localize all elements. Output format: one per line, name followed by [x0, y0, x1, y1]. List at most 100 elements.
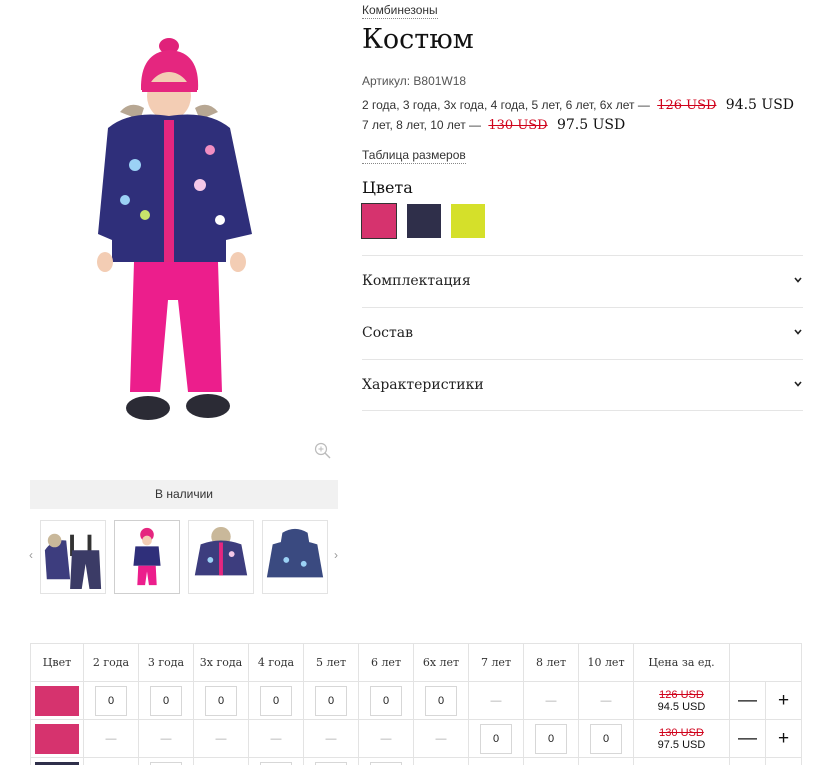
- column-header: 3х года: [193, 643, 249, 682]
- chevron-left-icon[interactable]: ‹: [26, 548, 36, 562]
- quantity-input[interactable]: 0: [425, 685, 457, 716]
- quantity-input[interactable]: 0: [95, 685, 127, 716]
- product-main-image[interactable]: [30, 0, 338, 470]
- quantity-input[interactable]: 0: [260, 685, 292, 716]
- new-price: 97.5 USD: [657, 738, 706, 751]
- size-qty-cell: [193, 757, 249, 765]
- unavailable-dash: —: [545, 694, 557, 707]
- quantity-input[interactable]: 0: [535, 723, 567, 754]
- size-qty-cell: —: [193, 719, 249, 758]
- chevron-down-icon: [794, 277, 802, 283]
- quantity-input[interactable]: 0: [260, 761, 292, 765]
- thumbnail-jacket-front[interactable]: [188, 520, 254, 594]
- increment-cell: [765, 757, 802, 765]
- column-header: Цена за ед.: [633, 643, 730, 682]
- unavailable-dash: —: [270, 732, 282, 745]
- price-line: 2 года, 3 года, 3х года, 4 года, 5 лет, …: [362, 97, 794, 113]
- accordion-item-contents[interactable]: Комплектация: [362, 255, 803, 307]
- old-price: 126 USD: [659, 688, 704, 701]
- size-qty-cell: —: [83, 719, 139, 758]
- column-header: 5 лет: [303, 643, 359, 682]
- size-qty-cell: 0: [138, 757, 194, 765]
- size-qty-cell: 0: [138, 681, 194, 720]
- thumbnail-girl[interactable]: [114, 520, 180, 594]
- size-qty-cell: —: [578, 681, 634, 720]
- breadcrumb-category[interactable]: Комбинезоны: [362, 3, 438, 19]
- unavailable-dash: —: [435, 732, 447, 745]
- thumbnail-set[interactable]: [40, 520, 106, 594]
- table-row: 0 0 0 0: [30, 757, 802, 765]
- colors-heading: Цвета: [362, 178, 413, 197]
- accordion-item-composition[interactable]: Состав: [362, 307, 803, 359]
- size-qty-cell: [468, 757, 524, 765]
- column-header: 6х лет: [413, 643, 469, 682]
- quantity-input[interactable]: 0: [370, 685, 402, 716]
- quantity-input[interactable]: 0: [370, 761, 402, 765]
- column-header: 3 года: [138, 643, 194, 682]
- old-price: 130 USD: [659, 726, 704, 739]
- old-price: 126 USD: [657, 98, 717, 113]
- unit-price-cell: [633, 757, 730, 765]
- decrement-cell: —: [729, 719, 766, 758]
- order-table: Цвет 2 года 3 года 3х года 4 года 5 лет …: [30, 643, 802, 765]
- unavailable-dash: —: [490, 694, 502, 707]
- new-price: 94.5 USD: [725, 97, 795, 113]
- price-line: 7 лет, 8 лет, 10 лет — 130 USD 97.5 USD: [362, 117, 625, 133]
- decrement-cell: —: [729, 681, 766, 720]
- unavailable-dash: —: [105, 732, 117, 745]
- row-color-swatch: [35, 761, 79, 765]
- size-qty-cell: 0: [413, 681, 469, 720]
- column-header: 10 лет: [578, 643, 634, 682]
- minus-button[interactable]: —: [738, 690, 757, 711]
- plus-button[interactable]: +: [778, 690, 789, 711]
- unavailable-dash: —: [160, 732, 172, 745]
- size-qty-cell: 0: [193, 681, 249, 720]
- product-details-accordion: Комплектация Состав Характеристики: [362, 255, 803, 411]
- color-swatch-pink[interactable]: [361, 203, 397, 239]
- column-header: 6 лет: [358, 643, 414, 682]
- quantity-input[interactable]: 0: [205, 685, 237, 716]
- color-swatch-navy[interactable]: [407, 204, 441, 238]
- chevron-down-icon: [794, 381, 802, 387]
- column-header: 7 лет: [468, 643, 524, 682]
- size-qty-cell: —: [413, 719, 469, 758]
- unit-price-cell: 126 USD 94.5 USD: [633, 681, 730, 720]
- column-header: 4 года: [248, 643, 304, 682]
- quantity-input[interactable]: 0: [315, 761, 347, 765]
- column-header: 8 лет: [523, 643, 579, 682]
- thumbnail-carousel: ‹ ›: [26, 518, 344, 596]
- size-chart-link[interactable]: Таблица размеров: [362, 148, 466, 164]
- size-qty-cell: 0: [248, 681, 304, 720]
- new-price: 94.5 USD: [657, 700, 706, 713]
- unavailable-dash: —: [380, 732, 392, 745]
- availability-bar: В наличии: [30, 480, 338, 509]
- chevron-right-icon[interactable]: ›: [331, 548, 341, 562]
- size-qty-cell: —: [303, 719, 359, 758]
- product-sku: Артикул: B801W18: [362, 74, 467, 88]
- quantity-input[interactable]: 0: [480, 723, 512, 754]
- accordion-item-characteristics[interactable]: Характеристики: [362, 359, 803, 411]
- plus-button[interactable]: +: [778, 728, 789, 749]
- unit-price-cell: 130 USD 97.5 USD: [633, 719, 730, 758]
- size-qty-cell: 0: [358, 681, 414, 720]
- decrement-cell: [729, 757, 766, 765]
- quantity-input[interactable]: 0: [590, 723, 622, 754]
- minus-button[interactable]: —: [738, 728, 757, 749]
- quantity-input[interactable]: 0: [150, 685, 182, 716]
- unavailable-dash: —: [600, 694, 612, 707]
- thumbnail-jacket-back[interactable]: [262, 520, 328, 594]
- quantity-input[interactable]: 0: [315, 685, 347, 716]
- table-header-row: Цвет 2 года 3 года 3х года 4 года 5 лет …: [30, 643, 802, 682]
- size-qty-cell: 0: [358, 757, 414, 765]
- row-color-cell: [30, 719, 84, 758]
- zoom-in-icon[interactable]: [314, 442, 332, 460]
- row-color-swatch: [35, 723, 79, 754]
- quantity-input[interactable]: 0: [150, 761, 182, 765]
- size-qty-cell: 0: [303, 757, 359, 765]
- column-header: Цвет: [30, 643, 84, 682]
- price-sizes: 7 лет, 8 лет, 10 лет —: [362, 118, 482, 132]
- table-row: — — — — — — —0 0 0 130 USD 97.5 USD — +: [30, 719, 802, 758]
- size-qty-cell: 0: [523, 719, 579, 758]
- color-swatch-lime[interactable]: [451, 204, 485, 238]
- size-qty-cell: —: [468, 681, 524, 720]
